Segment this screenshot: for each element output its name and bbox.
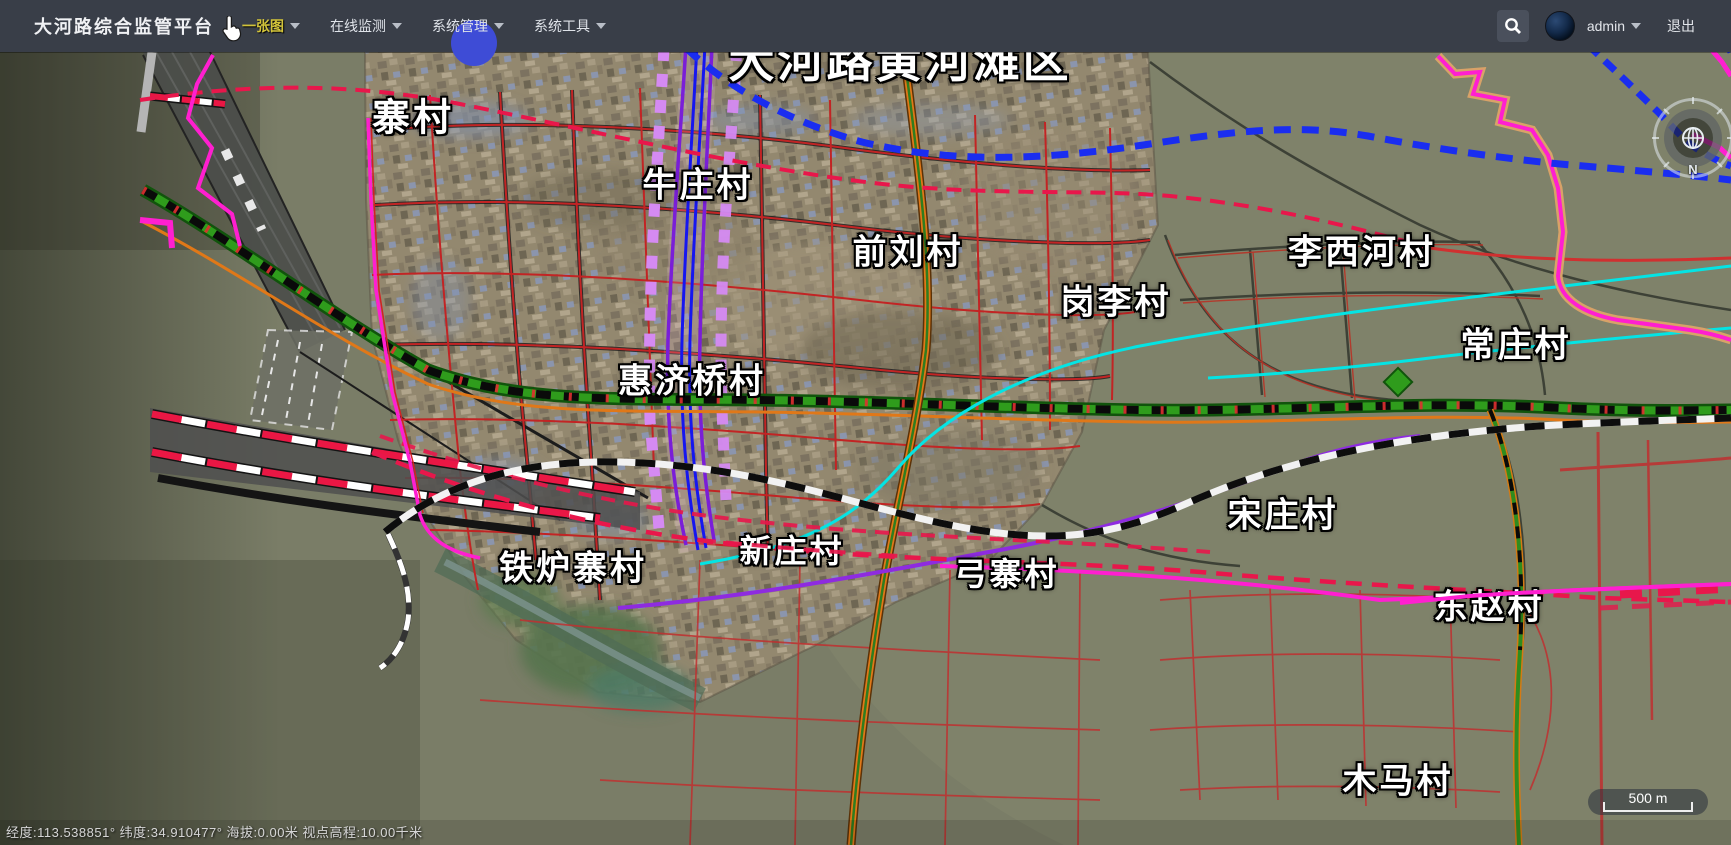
compass-tick: [1727, 137, 1731, 139]
user-menu[interactable]: admin: [1587, 18, 1641, 34]
main-menu: 一张图 在线监测 系统管理 系统工具: [242, 16, 636, 36]
search-icon: [1504, 17, 1522, 35]
map-village-label: 铁炉寨村: [499, 541, 647, 590]
compass-tick: [1652, 137, 1659, 139]
menu-item-system-tools[interactable]: 系统工具: [534, 16, 606, 36]
map-village-label: 新庄村: [739, 526, 844, 572]
scale-bar: 500 m: [1588, 789, 1708, 815]
compass-north-label: N: [1653, 162, 1731, 177]
map-village-label: 惠济桥村: [618, 354, 766, 403]
chevron-down-icon: [596, 23, 606, 29]
menu-label: 系统管理: [432, 16, 488, 36]
chevron-down-icon: [392, 23, 402, 29]
app-window: 大河路黄河滩区寨村牛庄村前刘村岗李村李西河村常庄村惠济桥村铁炉寨村新庄村宋庄村弓…: [0, 0, 1731, 845]
map-canvas[interactable]: 大河路黄河滩区寨村牛庄村前刘村岗李村李西河村常庄村惠济桥村铁炉寨村新庄村宋庄村弓…: [0, 0, 1731, 845]
menu-item-system-management[interactable]: 系统管理: [432, 16, 504, 36]
compass-widget[interactable]: N: [1653, 98, 1731, 178]
menu-label: 一张图: [242, 16, 284, 36]
menu-item-one-map[interactable]: 一张图: [242, 16, 300, 36]
map-village-label: 宋庄村: [1228, 488, 1339, 537]
navbar-right-group: admin 退出: [1497, 10, 1695, 42]
status-bar: [0, 820, 1731, 845]
compass-tick: [1692, 97, 1694, 104]
app-title: 大河路综合监管平台: [34, 13, 214, 39]
menu-label: 在线监测: [330, 16, 386, 36]
avatar[interactable]: [1545, 11, 1575, 41]
scale-bar-bracket: [1603, 802, 1693, 812]
username: admin: [1587, 18, 1625, 34]
search-button[interactable]: [1497, 10, 1529, 42]
map-village-label: 寨村: [372, 87, 454, 142]
chevron-down-icon: [1631, 23, 1641, 29]
top-navbar: 大河路综合监管平台 一张图 在线监测 系统管理 系统工具: [0, 0, 1731, 52]
map-village-label: 弓寨村: [954, 549, 1059, 595]
map-village-label: 岗李村: [1061, 275, 1172, 324]
map-village-label: 东赵村: [1434, 580, 1545, 629]
map-village-label: 牛庄村: [643, 158, 754, 207]
map-village-label: 李西河村: [1288, 225, 1436, 274]
logout-button[interactable]: 退出: [1667, 16, 1695, 36]
map-village-label: 常庄村: [1461, 318, 1572, 367]
map-village-label: 前刘村: [853, 225, 964, 274]
chevron-down-icon: [290, 23, 300, 29]
map-base-layer: [0, 0, 1731, 845]
menu-item-online-monitoring[interactable]: 在线监测: [330, 16, 402, 36]
compass-gimbal-icon: [1679, 124, 1707, 152]
chevron-down-icon: [494, 23, 504, 29]
menu-label: 系统工具: [534, 16, 590, 36]
map-village-label: 木马村: [1343, 754, 1454, 803]
